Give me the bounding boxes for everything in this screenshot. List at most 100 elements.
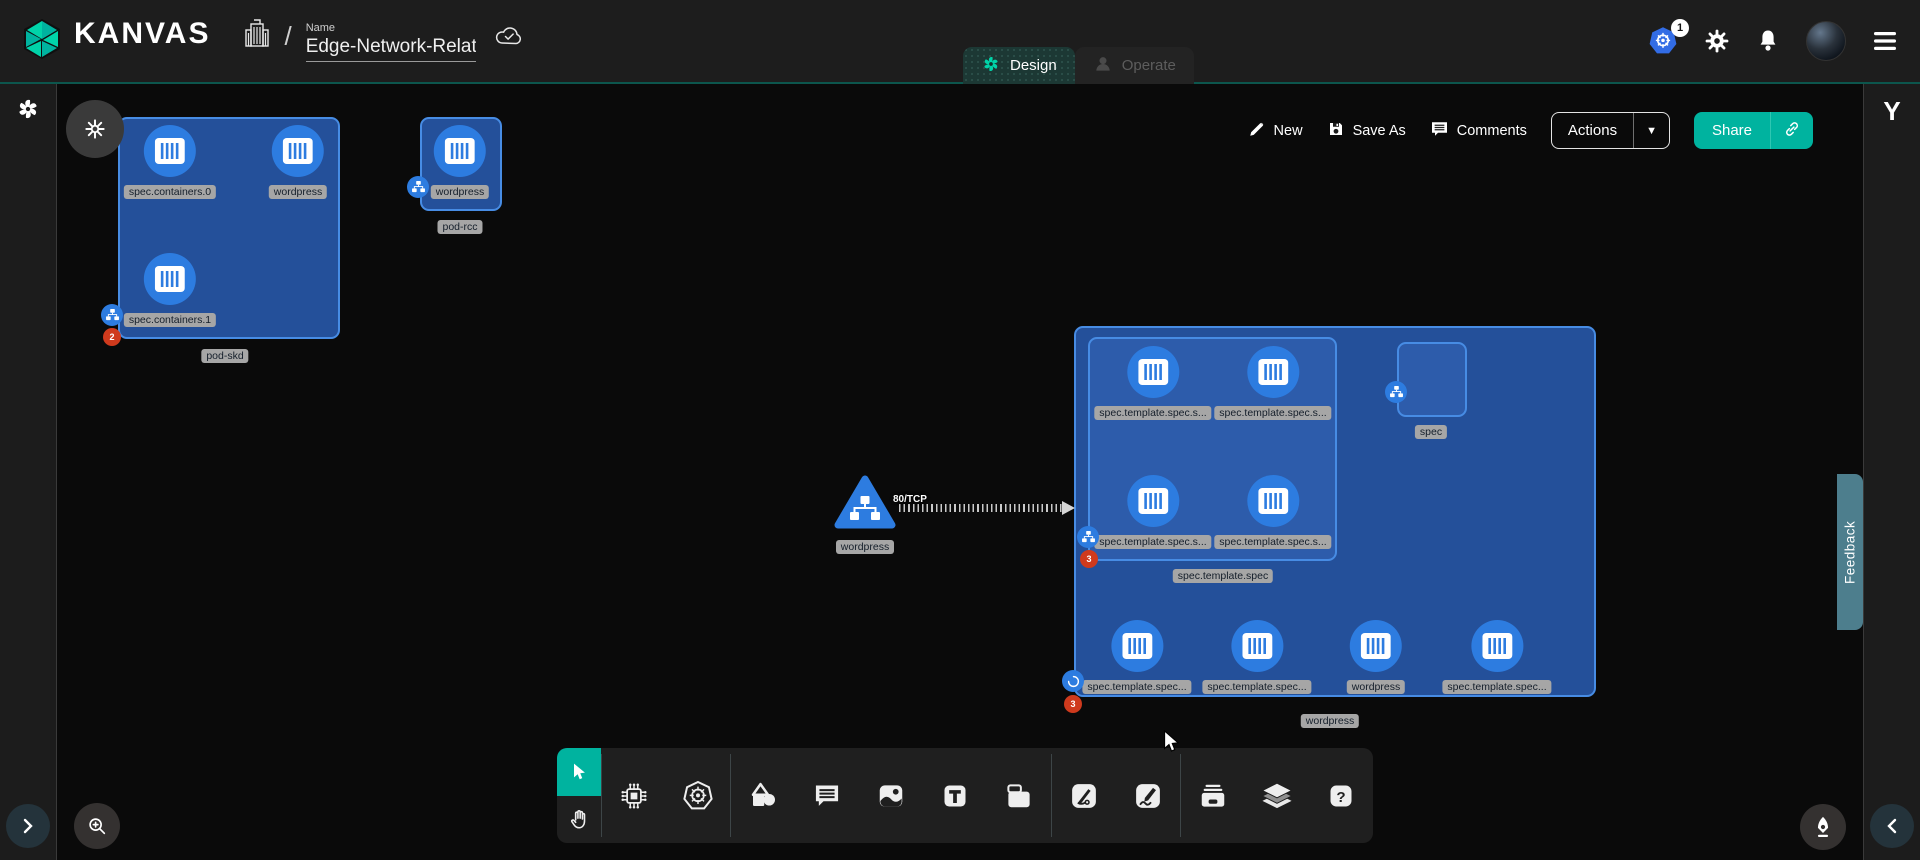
pen-nib-button[interactable]: [1800, 804, 1846, 850]
configuration-snowflake-button[interactable]: [66, 100, 124, 158]
header: KANVAS / Name: [0, 0, 1920, 84]
container-icon: [283, 138, 313, 164]
kubernetes-wheel-icon: [682, 780, 714, 812]
node-template-container[interactable]: spec.template.spec.s...: [1094, 475, 1211, 549]
pen-tool-icon: [1069, 781, 1099, 811]
kubernetes-context-button[interactable]: 1: [1648, 26, 1678, 56]
container-node-circle[interactable]: [1247, 346, 1299, 398]
organization-icon[interactable]: [244, 18, 270, 53]
kubernetes-tool-button[interactable]: [678, 776, 718, 816]
node-spec-containers-0[interactable]: spec.containers.0: [124, 125, 216, 199]
design-name-field: Name: [306, 22, 476, 62]
container-node-circle[interactable]: [1350, 620, 1402, 672]
save-as-button[interactable]: Save As: [1327, 120, 1406, 142]
node-template-container[interactable]: spec.template.spec...: [1442, 620, 1551, 694]
note-tool-icon: [1004, 781, 1034, 811]
node-wordpress-container[interactable]: wordpress: [269, 125, 327, 199]
layers-tool-button[interactable]: [1257, 776, 1297, 816]
container-node-circle[interactable]: [434, 125, 486, 177]
node-label: spec.template.spec.s...: [1214, 406, 1331, 420]
actions-dropdown-caret[interactable]: ▼: [1633, 113, 1669, 148]
pod-badge[interactable]: [1385, 381, 1407, 403]
node-label: spec.containers.0: [124, 185, 216, 199]
pointer-tool-button[interactable]: [557, 748, 601, 796]
container-node-circle[interactable]: [144, 125, 196, 177]
comments-button[interactable]: Comments: [1430, 120, 1527, 142]
node-spec-containers-1[interactable]: spec.containers.1: [124, 253, 216, 327]
container-icon: [1242, 633, 1272, 659]
drawer-tool-button[interactable]: [1193, 776, 1233, 816]
brand[interactable]: KANVAS: [22, 18, 210, 65]
tab-design[interactable]: Design: [963, 47, 1075, 84]
tab-operate[interactable]: Operate: [1075, 47, 1194, 84]
design-name-input[interactable]: [306, 36, 476, 62]
link-icon: [1783, 120, 1801, 141]
image-tool-button[interactable]: [871, 776, 911, 816]
zoom-in-button[interactable]: [74, 803, 120, 849]
container-node-circle[interactable]: [144, 253, 196, 305]
new-design-button[interactable]: New: [1248, 120, 1303, 142]
shapes-tool-button[interactable]: [743, 776, 783, 816]
container-node-circle[interactable]: [1471, 620, 1523, 672]
alert-count-badge[interactable]: 3: [1064, 695, 1082, 713]
node-wordpress-service[interactable]: wordpress: [834, 474, 896, 554]
feedback-tab[interactable]: Feedback: [1837, 474, 1863, 630]
components-chip-tool-button[interactable]: [614, 776, 654, 816]
container-node-circle[interactable]: [1231, 620, 1283, 672]
container-icon: [445, 138, 475, 164]
container-node-circle[interactable]: [1127, 346, 1179, 398]
pen-tool-button[interactable]: [1064, 776, 1104, 816]
group-label: wordpress: [1301, 714, 1359, 728]
node-wordpress-container[interactable]: wordpress: [431, 125, 489, 199]
service-edge[interactable]: 80/TCP: [899, 501, 1075, 515]
collapse-right-panel-button[interactable]: [1870, 804, 1914, 848]
note-tool-button[interactable]: [999, 776, 1039, 816]
copy-link-button[interactable]: [1770, 112, 1813, 149]
help-tool-button[interactable]: ?: [1321, 776, 1361, 816]
node-label: spec.template.spec...: [1202, 680, 1311, 694]
comment-tool-button[interactable]: [807, 776, 847, 816]
share-nodes-icon: [106, 309, 119, 321]
pan-tool-button[interactable]: [557, 796, 601, 844]
node-template-container[interactable]: spec.template.spec...: [1202, 620, 1311, 694]
breadcrumb-separator: /: [284, 21, 291, 52]
expand-left-panel-button[interactable]: [6, 804, 50, 848]
alert-count-badge[interactable]: 2: [103, 328, 121, 346]
alert-count-badge[interactable]: 3: [1080, 550, 1098, 568]
canvas-toolbar: ?: [557, 748, 1373, 843]
container-node-circle[interactable]: [1111, 620, 1163, 672]
user-avatar[interactable]: [1806, 21, 1846, 61]
container-node-circle[interactable]: [1127, 475, 1179, 527]
node-wordpress-container[interactable]: wordpress: [1347, 620, 1405, 694]
text-tool-button[interactable]: [935, 776, 975, 816]
container-node-circle[interactable]: [1247, 475, 1299, 527]
mode-tabs: Design Operate: [963, 47, 1194, 84]
hamburger-menu-button[interactable]: [1872, 30, 1898, 52]
node-template-container[interactable]: spec.template.spec.s...: [1214, 346, 1331, 420]
meshery-spinner-icon: [15, 96, 41, 127]
freehand-draw-tool-button[interactable]: [1128, 776, 1168, 816]
node-label: wordpress: [431, 185, 489, 199]
notifications-bell-button[interactable]: [1756, 28, 1780, 54]
group-spec[interactable]: [1397, 342, 1467, 417]
main: New Save As: [0, 84, 1920, 860]
edge-arrowhead-icon: [1062, 501, 1075, 515]
pod-badge[interactable]: [1077, 526, 1099, 548]
node-template-container[interactable]: spec.template.spec...: [1082, 620, 1191, 694]
pod-badge[interactable]: [101, 304, 123, 326]
node-label: wordpress: [836, 540, 894, 554]
node-template-container[interactable]: spec.template.spec.s...: [1094, 346, 1211, 420]
chip-icon: [619, 781, 649, 811]
settings-gear-button[interactable]: [1704, 28, 1730, 54]
container-node-circle[interactable]: [272, 125, 324, 177]
node-template-container[interactable]: spec.template.spec.s...: [1214, 475, 1331, 549]
pod-badge[interactable]: [407, 176, 429, 198]
container-icon: [155, 138, 185, 164]
actions-button[interactable]: Actions: [1552, 113, 1633, 148]
y-icon[interactable]: Y: [1883, 96, 1900, 127]
design-canvas[interactable]: New Save As: [57, 84, 1863, 860]
drawing-tools: [1052, 748, 1180, 843]
pen-nib-icon: [1812, 815, 1834, 839]
deployment-badge[interactable]: [1062, 670, 1084, 692]
share-button[interactable]: Share: [1694, 112, 1770, 149]
